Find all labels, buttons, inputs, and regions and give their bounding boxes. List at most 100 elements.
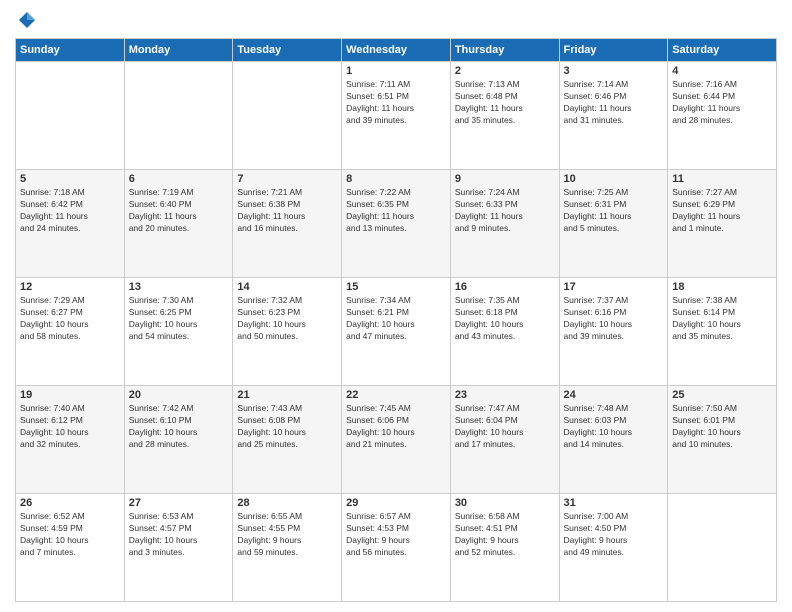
calendar-week-row: 26 Sunrise: 6:52 AM Sunset: 4:59 PM Dayli… <box>16 494 777 602</box>
calendar-cell: 12 Sunrise: 7:29 AM Sunset: 6:27 PM Dayli… <box>16 278 125 386</box>
day-info: Sunrise: 7:42 AM Sunset: 6:10 PM Dayligh… <box>129 403 229 451</box>
calendar-cell: 21 Sunrise: 7:43 AM Sunset: 6:08 PM Dayli… <box>233 386 342 494</box>
day-info: Sunrise: 6:53 AM Sunset: 4:57 PM Dayligh… <box>129 511 229 559</box>
day-number: 9 <box>455 173 555 185</box>
day-number: 27 <box>129 497 229 509</box>
calendar-header-saturday: Saturday <box>668 39 777 62</box>
calendar-cell: 26 Sunrise: 6:52 AM Sunset: 4:59 PM Dayli… <box>16 494 125 602</box>
day-number: 22 <box>346 389 446 401</box>
day-number: 7 <box>237 173 337 185</box>
calendar-cell: 17 Sunrise: 7:37 AM Sunset: 6:16 PM Dayli… <box>559 278 668 386</box>
day-number: 4 <box>672 65 772 77</box>
calendar-cell: 10 Sunrise: 7:25 AM Sunset: 6:31 PM Dayli… <box>559 170 668 278</box>
day-number: 28 <box>237 497 337 509</box>
day-info: Sunrise: 6:52 AM Sunset: 4:59 PM Dayligh… <box>20 511 120 559</box>
day-number: 8 <box>346 173 446 185</box>
day-number: 18 <box>672 281 772 293</box>
calendar-cell: 1Sunrise: 7:11 AM Sunset: 6:51 PM Daylig… <box>342 62 451 170</box>
calendar-header-sunday: Sunday <box>16 39 125 62</box>
calendar-cell: 4 Sunrise: 7:16 AM Sunset: 6:44 PM Daylig… <box>668 62 777 170</box>
day-info: Sunrise: 7:16 AM Sunset: 6:44 PM Dayligh… <box>672 79 772 127</box>
calendar-header-tuesday: Tuesday <box>233 39 342 62</box>
day-info: Sunrise: 7:13 AM Sunset: 6:48 PM Dayligh… <box>455 79 555 127</box>
calendar-header-thursday: Thursday <box>450 39 559 62</box>
calendar-header-wednesday: Wednesday <box>342 39 451 62</box>
calendar-week-row: 12 Sunrise: 7:29 AM Sunset: 6:27 PM Dayli… <box>16 278 777 386</box>
calendar-table: SundayMondayTuesdayWednesdayThursdayFrid… <box>15 38 777 602</box>
day-info: Sunrise: 7:29 AM Sunset: 6:27 PM Dayligh… <box>20 295 120 343</box>
day-info: Sunrise: 7:45 AM Sunset: 6:06 PM Dayligh… <box>346 403 446 451</box>
calendar-cell: 7 Sunrise: 7:21 AM Sunset: 6:38 PM Daylig… <box>233 170 342 278</box>
day-info: Sunrise: 7:43 AM Sunset: 6:08 PM Dayligh… <box>237 403 337 451</box>
calendar-cell: 8Sunrise: 7:22 AM Sunset: 6:35 PM Daylig… <box>342 170 451 278</box>
day-number: 29 <box>346 497 446 509</box>
calendar-cell: 14Sunrise: 7:32 AM Sunset: 6:23 PM Dayli… <box>233 278 342 386</box>
day-info: Sunrise: 7:40 AM Sunset: 6:12 PM Dayligh… <box>20 403 120 451</box>
calendar-cell: 6Sunrise: 7:19 AM Sunset: 6:40 PM Daylig… <box>124 170 233 278</box>
calendar-cell: 28Sunrise: 6:55 AM Sunset: 4:55 PM Dayli… <box>233 494 342 602</box>
day-info: Sunrise: 7:47 AM Sunset: 6:04 PM Dayligh… <box>455 403 555 451</box>
page: SundayMondayTuesdayWednesdayThursdayFrid… <box>0 0 792 612</box>
day-info: Sunrise: 7:37 AM Sunset: 6:16 PM Dayligh… <box>564 295 664 343</box>
day-info: Sunrise: 7:27 AM Sunset: 6:29 PM Dayligh… <box>672 187 772 235</box>
day-number: 24 <box>564 389 664 401</box>
calendar-cell <box>668 494 777 602</box>
calendar-cell: 29 Sunrise: 6:57 AM Sunset: 4:53 PM Dayli… <box>342 494 451 602</box>
header <box>15 10 777 30</box>
day-info: Sunrise: 7:30 AM Sunset: 6:25 PM Dayligh… <box>129 295 229 343</box>
day-number: 5 <box>20 173 120 185</box>
day-number: 3 <box>564 65 664 77</box>
calendar-cell: 19 Sunrise: 7:40 AM Sunset: 6:12 PM Dayli… <box>16 386 125 494</box>
logo <box>15 10 37 30</box>
calendar-header-row: SundayMondayTuesdayWednesdayThursdayFrid… <box>16 39 777 62</box>
calendar-cell: 30 Sunrise: 6:58 AM Sunset: 4:51 PM Dayli… <box>450 494 559 602</box>
calendar-cell: 27 Sunrise: 6:53 AM Sunset: 4:57 PM Dayli… <box>124 494 233 602</box>
day-number: 16 <box>455 281 555 293</box>
calendar-week-row: 1Sunrise: 7:11 AM Sunset: 6:51 PM Daylig… <box>16 62 777 170</box>
calendar-cell: 5Sunrise: 7:18 AM Sunset: 6:42 PM Daylig… <box>16 170 125 278</box>
day-info: Sunrise: 7:48 AM Sunset: 6:03 PM Dayligh… <box>564 403 664 451</box>
calendar-week-row: 19 Sunrise: 7:40 AM Sunset: 6:12 PM Dayli… <box>16 386 777 494</box>
calendar-header-monday: Monday <box>124 39 233 62</box>
calendar-cell: 16 Sunrise: 7:35 AM Sunset: 6:18 PM Dayli… <box>450 278 559 386</box>
calendar-week-row: 5Sunrise: 7:18 AM Sunset: 6:42 PM Daylig… <box>16 170 777 278</box>
day-info: Sunrise: 7:25 AM Sunset: 6:31 PM Dayligh… <box>564 187 664 235</box>
day-number: 2 <box>455 65 555 77</box>
day-info: Sunrise: 7:34 AM Sunset: 6:21 PM Dayligh… <box>346 295 446 343</box>
calendar-cell <box>124 62 233 170</box>
day-number: 30 <box>455 497 555 509</box>
day-number: 17 <box>564 281 664 293</box>
day-number: 15 <box>346 281 446 293</box>
day-number: 11 <box>672 173 772 185</box>
day-number: 20 <box>129 389 229 401</box>
calendar-cell: 22 Sunrise: 7:45 AM Sunset: 6:06 PM Dayli… <box>342 386 451 494</box>
day-number: 26 <box>20 497 120 509</box>
calendar-cell: 20 Sunrise: 7:42 AM Sunset: 6:10 PM Dayli… <box>124 386 233 494</box>
day-info: Sunrise: 7:50 AM Sunset: 6:01 PM Dayligh… <box>672 403 772 451</box>
logo-icon <box>17 10 37 30</box>
calendar-cell: 3Sunrise: 7:14 AM Sunset: 6:46 PM Daylig… <box>559 62 668 170</box>
day-number: 19 <box>20 389 120 401</box>
day-number: 12 <box>20 281 120 293</box>
day-info: Sunrise: 7:24 AM Sunset: 6:33 PM Dayligh… <box>455 187 555 235</box>
calendar-cell: 11 Sunrise: 7:27 AM Sunset: 6:29 PM Dayli… <box>668 170 777 278</box>
calendar-cell: 13Sunrise: 7:30 AM Sunset: 6:25 PM Dayli… <box>124 278 233 386</box>
day-info: Sunrise: 7:19 AM Sunset: 6:40 PM Dayligh… <box>129 187 229 235</box>
calendar-cell: 2 Sunrise: 7:13 AM Sunset: 6:48 PM Daylig… <box>450 62 559 170</box>
day-info: Sunrise: 7:11 AM Sunset: 6:51 PM Dayligh… <box>346 79 446 127</box>
day-info: Sunrise: 6:58 AM Sunset: 4:51 PM Dayligh… <box>455 511 555 559</box>
calendar-cell: 9 Sunrise: 7:24 AM Sunset: 6:33 PM Daylig… <box>450 170 559 278</box>
day-number: 21 <box>237 389 337 401</box>
day-info: Sunrise: 7:21 AM Sunset: 6:38 PM Dayligh… <box>237 187 337 235</box>
calendar-cell: 24 Sunrise: 7:48 AM Sunset: 6:03 PM Dayli… <box>559 386 668 494</box>
day-number: 31 <box>564 497 664 509</box>
day-number: 25 <box>672 389 772 401</box>
day-number: 10 <box>564 173 664 185</box>
calendar-cell: 18 Sunrise: 7:38 AM Sunset: 6:14 PM Dayli… <box>668 278 777 386</box>
calendar-header-friday: Friday <box>559 39 668 62</box>
calendar-cell: 15 Sunrise: 7:34 AM Sunset: 6:21 PM Dayli… <box>342 278 451 386</box>
day-info: Sunrise: 7:38 AM Sunset: 6:14 PM Dayligh… <box>672 295 772 343</box>
day-info: Sunrise: 7:35 AM Sunset: 6:18 PM Dayligh… <box>455 295 555 343</box>
day-info: Sunrise: 6:57 AM Sunset: 4:53 PM Dayligh… <box>346 511 446 559</box>
calendar-cell <box>233 62 342 170</box>
